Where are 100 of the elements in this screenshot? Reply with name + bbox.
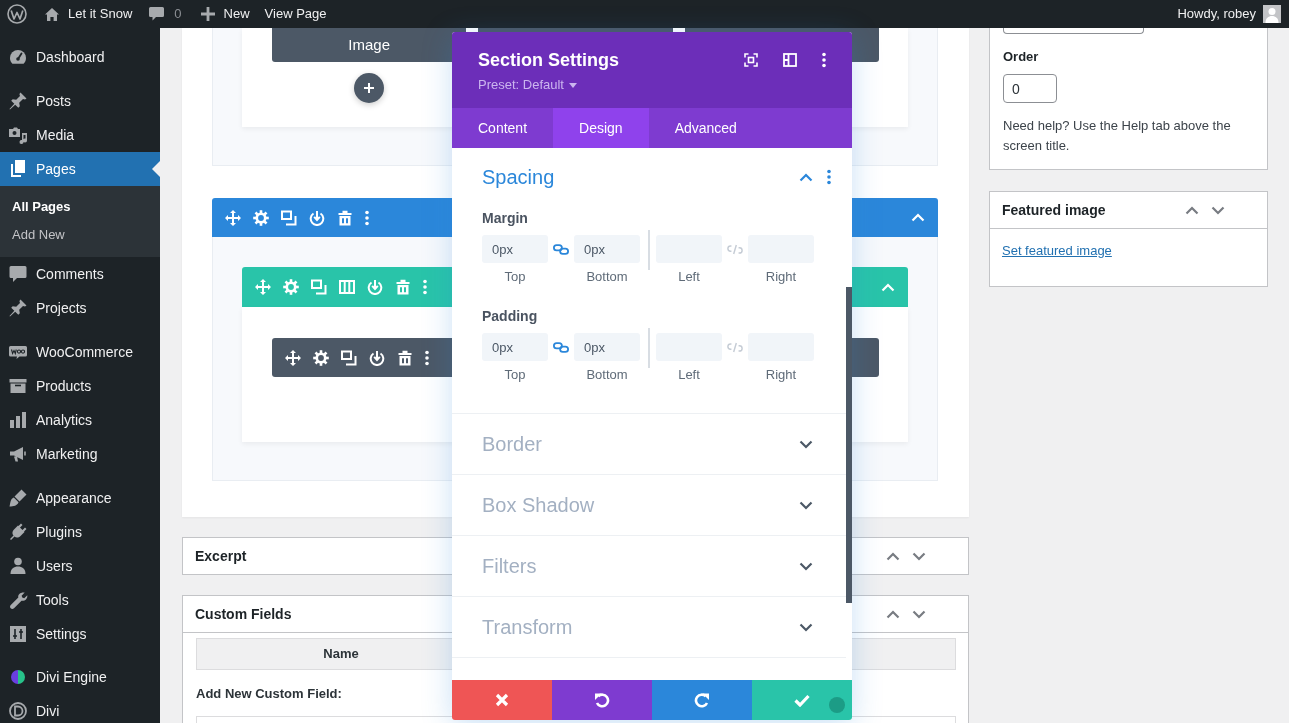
menu-item[interactable]: Marketing — [0, 437, 160, 471]
fullscreen-icon[interactable] — [744, 53, 758, 67]
tab[interactable]: Content — [452, 108, 554, 148]
chevron-down-icon[interactable] — [799, 561, 813, 571]
caret-down-icon — [569, 82, 577, 88]
resize-handle-icon[interactable] — [829, 697, 845, 713]
link-icon[interactable] — [553, 341, 569, 353]
pages-icon — [8, 159, 28, 179]
gauge-icon — [8, 47, 28, 67]
side-label: Bottom — [585, 366, 629, 384]
settings-icon[interactable] — [313, 349, 329, 366]
redo-button[interactable] — [652, 680, 752, 720]
tab[interactable]: Advanced — [648, 108, 763, 148]
panel-title: Excerpt — [195, 546, 247, 566]
more-options-icon[interactable] — [425, 349, 429, 366]
menu-item[interactable]: Tools — [0, 583, 160, 617]
chevron-up-icon[interactable] — [799, 172, 813, 182]
menu-item[interactable]: Posts — [0, 84, 160, 118]
logo-icon[interactable] — [7, 4, 27, 24]
chevron-down-icon[interactable] — [799, 622, 813, 632]
duplicate-icon[interactable] — [281, 209, 297, 226]
menu-item[interactable]: Settings — [0, 617, 160, 651]
more-options-icon[interactable] — [822, 52, 826, 68]
spacing-input[interactable]: 0px — [574, 235, 640, 263]
spacing-input[interactable]: 0px — [574, 333, 640, 361]
power-icon[interactable] — [369, 349, 385, 366]
submenu-item[interactable]: Add New — [0, 221, 160, 249]
comments-link[interactable]: 0 — [149, 0, 182, 28]
side-label: Right — [764, 268, 798, 286]
menu-item[interactable]: Comments — [0, 257, 160, 291]
group-title[interactable]: Spacing — [482, 162, 555, 192]
more-options-icon[interactable] — [827, 169, 831, 185]
close-icon — [495, 693, 509, 707]
power-icon[interactable] — [309, 209, 325, 226]
chevron-up-icon[interactable] — [886, 609, 900, 619]
chevron-down-icon[interactable] — [1211, 205, 1225, 215]
site-link[interactable]: Let it Snow — [45, 0, 133, 28]
menu-item[interactable]: Appearance — [0, 481, 160, 515]
redo-icon — [694, 692, 710, 708]
chevron-up-icon[interactable] — [886, 551, 900, 561]
duplicate-icon[interactable] — [341, 349, 357, 366]
link-icon[interactable] — [553, 243, 569, 255]
undo-button[interactable] — [552, 680, 652, 720]
settings-icon[interactable] — [253, 209, 269, 226]
add-module-button[interactable] — [354, 73, 385, 103]
pushpin-icon — [8, 298, 28, 318]
column-header: Name — [322, 645, 360, 664]
menu-item[interactable]: Pages — [0, 152, 160, 186]
trash-icon[interactable] — [397, 349, 413, 366]
module-bar[interactable]: Image — [272, 28, 467, 62]
menu-item[interactable]: Divi Engine — [0, 660, 160, 694]
account-link[interactable]: Howdy, robey — [1177, 0, 1281, 28]
new-link[interactable]: New — [200, 0, 250, 28]
chevron-down-icon[interactable] — [799, 500, 813, 510]
move-icon[interactable] — [225, 209, 241, 226]
paintbrush-icon — [8, 488, 28, 508]
field-label: Margin — [482, 209, 528, 228]
menu-item[interactable]: Media — [0, 118, 160, 152]
side-label: Right — [764, 366, 798, 384]
menu-item[interactable]: Divi — [0, 694, 160, 723]
view-page-link[interactable]: View Page — [264, 0, 327, 28]
menu-item[interactable]: Plugins — [0, 515, 160, 549]
menu-item[interactable]: WooCommerce — [0, 335, 160, 369]
menu-item[interactable]: Dashboard — [0, 40, 160, 74]
menu-item[interactable]: Analytics — [0, 403, 160, 437]
set-featured-image-link[interactable]: Set featured image — [1002, 243, 1112, 258]
spacing-input[interactable]: 0px — [482, 235, 548, 263]
megaphone-icon — [8, 444, 28, 464]
more-options-icon[interactable] — [365, 209, 369, 226]
select-field[interactable] — [1003, 28, 1144, 34]
camera-note-icon — [8, 125, 28, 145]
panel-title: Featured image — [1002, 200, 1106, 220]
undo-icon — [594, 692, 610, 708]
two-tone-circle-icon — [8, 667, 28, 687]
menu-item[interactable]: Projects — [0, 291, 160, 325]
avatar-icon — [1263, 5, 1281, 23]
chevron-down-icon[interactable] — [799, 439, 813, 449]
sliders-icon — [8, 624, 28, 644]
chevron-down-icon[interactable] — [912, 609, 926, 619]
scrollbar-thumb[interactable] — [846, 287, 852, 603]
panel-layout-icon[interactable] — [783, 53, 797, 67]
plus-icon — [364, 83, 375, 93]
chevron-down-icon[interactable] — [912, 551, 926, 561]
side-label: Left — [677, 268, 701, 286]
move-icon[interactable] — [285, 349, 301, 366]
menu-item[interactable]: Users — [0, 549, 160, 583]
spacing-input[interactable]: 0px — [482, 333, 548, 361]
bar-chart-icon — [8, 410, 28, 430]
person-icon — [8, 556, 28, 576]
menu-item[interactable]: Products — [0, 369, 160, 403]
tab[interactable]: Design — [553, 108, 649, 148]
chevron-up-icon[interactable] — [1185, 205, 1199, 215]
order-field[interactable]: 0 — [1003, 74, 1057, 103]
trash-icon[interactable] — [337, 209, 353, 226]
columns-icon[interactable] — [339, 279, 355, 295]
wrench-icon — [8, 590, 28, 610]
preset-dropdown[interactable]: Preset: Default — [478, 77, 577, 93]
close-button[interactable] — [452, 680, 552, 720]
order-label: Order — [1003, 48, 1039, 66]
submenu-item[interactable]: All Pages — [0, 193, 160, 221]
